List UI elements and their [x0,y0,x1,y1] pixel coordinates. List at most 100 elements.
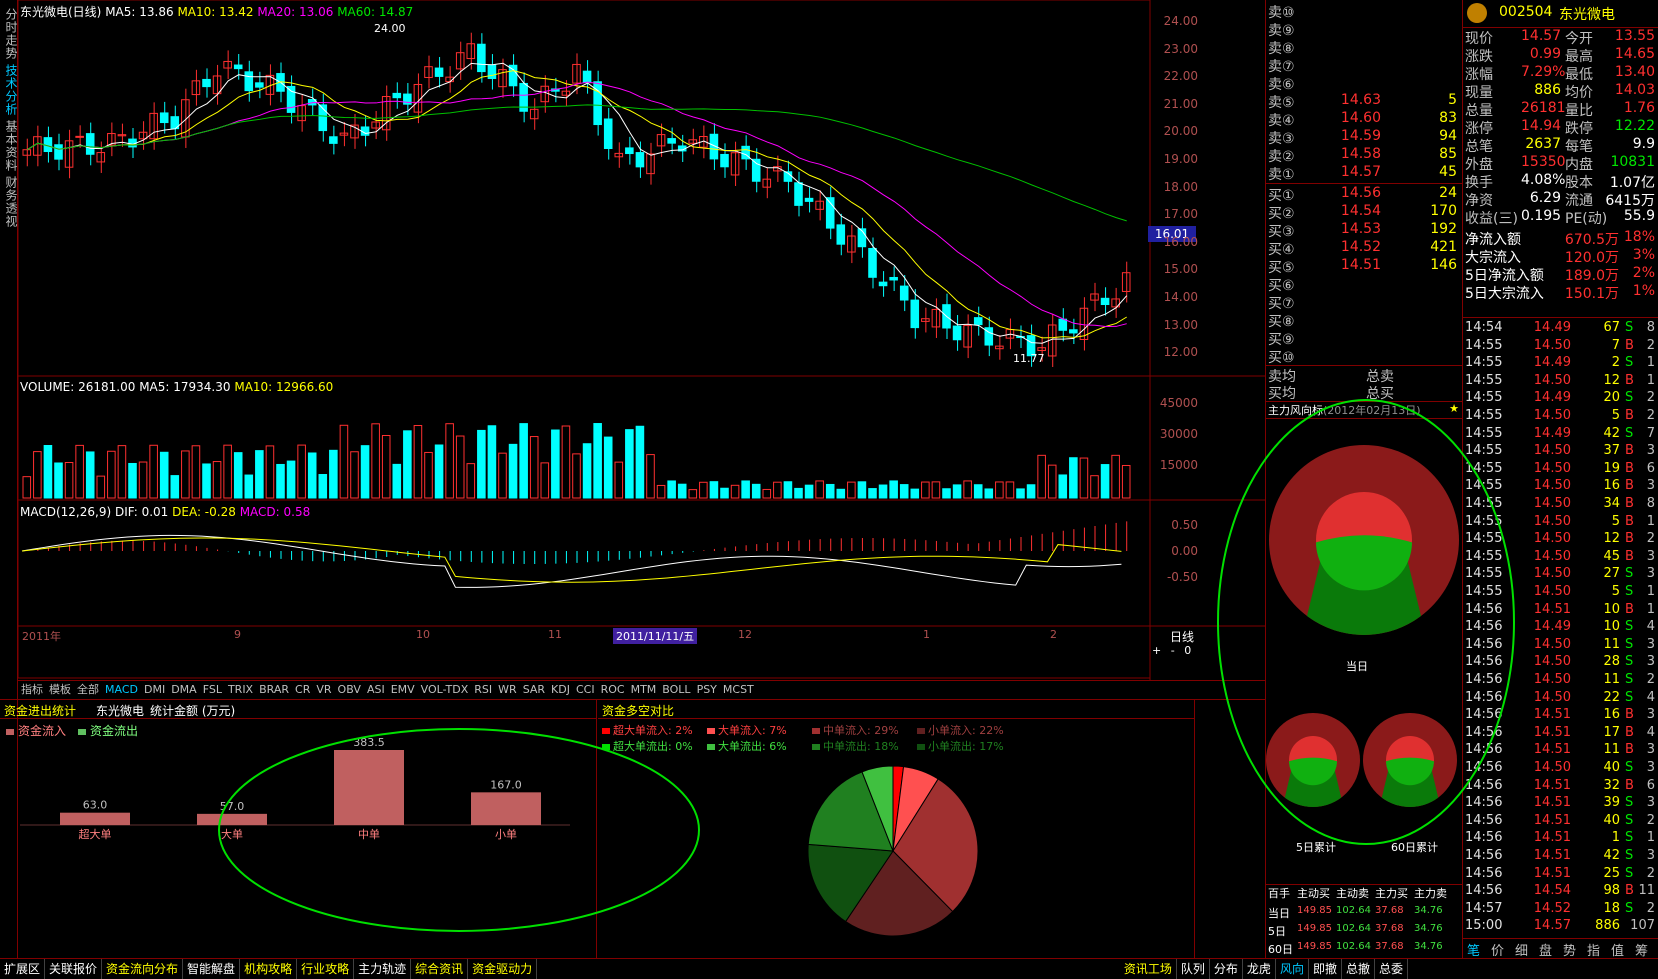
statusbar-tab[interactable]: 机构攻略 [240,959,298,979]
orderbook-row[interactable]: 买⑨ [1266,329,1463,348]
indicator-tab[interactable]: TRIX [225,681,256,698]
orderbook-row[interactable]: 卖⑧ [1266,38,1463,57]
indicator-tab[interactable]: SAR [520,681,548,698]
orderbook-row[interactable]: 买④ 14.52 421 [1266,239,1463,258]
indicator-tab[interactable]: BOLL [659,681,693,698]
statusbar-tab[interactable]: 行业攻略 [297,959,355,979]
volume-bar [825,483,835,499]
quote-tab[interactable]: 价 [1491,940,1504,959]
volume-bar [43,445,53,499]
indicator-tab[interactable]: 全部 [74,681,102,698]
orderbook-row[interactable]: 卖① 14.57 45 [1266,164,1463,183]
orderbook-row[interactable]: 买⑧ [1266,311,1463,330]
quote-tab[interactable]: 筹 [1635,940,1648,959]
orderbook-row[interactable]: 买⑥ [1266,275,1463,294]
statusbar-right-tab[interactable]: 资讯工场 [1120,959,1177,979]
tick-row: 15:00 14.57 886 107 [1465,918,1655,934]
quote-tab[interactable]: 势 [1563,940,1576,959]
indicator-tab[interactable]: DMI [141,681,168,698]
statusbar-right-tab[interactable]: 总撤 [1342,959,1375,979]
indicator-tab[interactable]: MTM [628,681,660,698]
quote-tab[interactable]: 盘 [1539,940,1552,959]
statusbar-right-tab[interactable]: 总委 [1375,959,1408,979]
statusbar-tab[interactable]: 扩展区 [0,959,46,979]
fund-bar-label: 小单 [495,828,517,841]
indicator-tab[interactable]: ASI [364,681,388,698]
star-icon[interactable]: ★ [1449,402,1459,415]
indicator-tab[interactable]: RSI [471,681,495,698]
orderbook-row[interactable]: 卖③ 14.59 94 [1266,128,1463,147]
indicator-tab[interactable]: BRAR [256,681,292,698]
statusbar-right-tab[interactable]: 龙虎 [1243,959,1276,979]
indicator-tab[interactable]: CR [292,681,313,698]
tick-row: 14:55 14.50 5 S 1 [1465,584,1655,599]
volume-bar [942,488,951,499]
orderbook-row[interactable]: 卖⑥ [1266,74,1463,93]
indicator-tab[interactable]: 指标 [18,681,46,698]
orderbook-row[interactable]: 卖④ 14.60 83 [1266,110,1463,129]
tick-row: 14:55 14.49 20 S 2 [1465,390,1655,406]
indicator-tab[interactable]: EMV [388,681,418,698]
fund-bar-chart: 63.0 超大单 57.0 大单 383.5 中单 167.0 小单 [20,736,570,841]
statusbar-right-tab[interactable]: 分布 [1210,959,1243,979]
volume-bar [85,451,95,499]
tab-technical[interactable]: 技术分析 [1,64,18,116]
indicator-tab[interactable]: MACD [102,681,141,698]
tab-fundamentals[interactable]: 基本资料 [1,120,18,172]
statusbar-right-tab[interactable]: 即撤 [1309,959,1342,979]
indicator-tab[interactable]: CCI [573,681,598,698]
orderbook-row[interactable]: 买① 14.56 24 [1266,185,1463,204]
volume-bar [699,481,708,499]
quote-tab[interactable]: 指 [1587,940,1600,959]
quote-row: 涨跌 0.99 最高 14.65 [1465,46,1655,65]
volume-bar [730,484,740,499]
tab-intraday[interactable]: 分时走势 [1,8,18,60]
indicator-tab[interactable]: DMA [168,681,200,698]
indicator-tab[interactable]: VR [313,681,334,698]
indicator-tab[interactable]: FSL [200,681,225,698]
orderbook-row[interactable]: 买② 14.54 170 [1266,203,1463,222]
quote-tab[interactable]: 细 [1515,940,1528,959]
wind-table-cell: 37.68 [1375,923,1404,934]
orderbook-row[interactable]: 卖② 14.58 85 [1266,146,1463,165]
zoom-in-button[interactable]: + [1152,644,1161,657]
indicator-tab[interactable]: 模板 [46,681,74,698]
quote-tab[interactable]: 值 [1611,940,1624,959]
indicator-tab[interactable]: MCST [720,681,757,698]
indicator-tab[interactable]: VOL-TDX [418,681,472,698]
statusbar-tab[interactable]: 资金流向分布 [102,959,184,979]
statusbar-right-tab[interactable]: 队列 [1177,959,1210,979]
zoom-reset-button[interactable]: 0 [1184,644,1191,657]
statusbar-tab[interactable]: 主力轨迹 [354,959,412,979]
tab-finance[interactable]: 财务透视 [1,176,18,228]
orderbook-row[interactable]: 卖⑤ 14.63 5 [1266,92,1463,111]
fund-flow-panel: 资金进出统计 东光微电 统计金额 (万元) 资金流入 资金流出 63.0 超大单 5… [0,699,1265,959]
statusbar-tab[interactable]: 关联报价 [45,959,103,979]
statusbar-right-tab[interactable]: 风向 [1276,959,1309,979]
statusbar-tab[interactable]: 资金驱动力 [468,959,538,979]
indicator-tab[interactable]: ROC [598,681,628,698]
fund-bar-value: 167.0 [490,778,522,791]
statusbar-tab[interactable]: 综合资讯 [411,959,469,979]
indicator-tab[interactable]: KDJ [548,681,573,698]
ma60-line [27,104,1127,222]
orderbook-row[interactable]: 买⑦ [1266,293,1463,312]
orderbook-row[interactable]: 卖⑦ [1266,56,1463,75]
period-label[interactable]: 日线 [1170,628,1194,645]
kline-chart-area[interactable]: 东光微电(日线) MA5: 13.86 MA10: 13.42 MA20: 13… [18,0,1265,700]
orderbook-row[interactable]: 买③ 14.53 192 [1266,221,1463,240]
indicator-tab[interactable]: WR [495,681,520,698]
statusbar-tab[interactable]: 智能解盘 [183,959,241,979]
volume-bar [551,429,560,499]
quote-tab[interactable]: 笔 [1467,940,1480,959]
wind-table-cell: 102.64 [1336,941,1371,952]
orderbook-row[interactable]: 买⑤ 14.51 146 [1266,257,1463,276]
orderbook-row[interactable]: 买⑩ [1266,347,1463,366]
indicator-tab[interactable]: OBV [335,681,364,698]
orderbook-row[interactable]: 卖⑩ [1266,2,1463,21]
candle-body [85,133,95,155]
orderbook-row[interactable]: 卖⑨ [1266,20,1463,39]
indicator-tab[interactable]: PSY [694,681,720,698]
kline-svg[interactable] [18,0,1265,680]
zoom-out-button[interactable]: - [1171,644,1175,657]
